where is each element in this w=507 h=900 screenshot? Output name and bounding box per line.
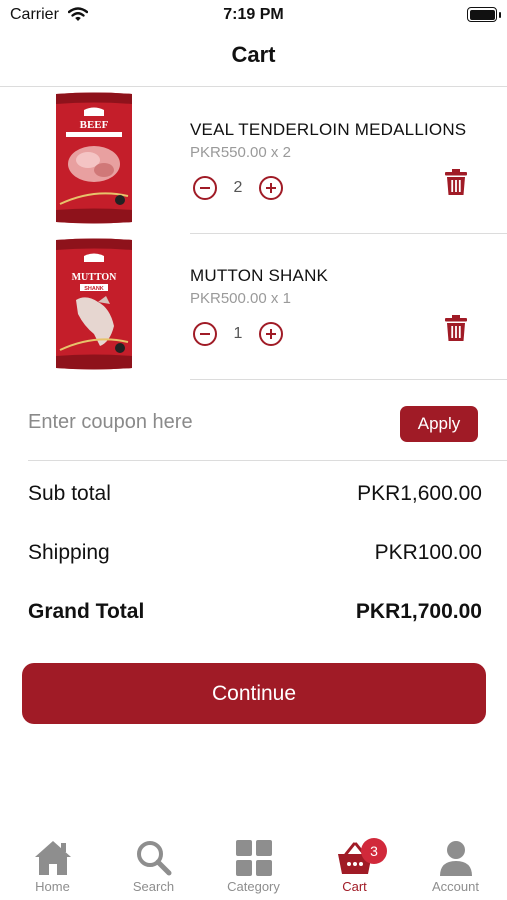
- grand-total-label: Grand Total: [28, 600, 145, 623]
- tab-label: Cart: [342, 879, 367, 894]
- tab-search[interactable]: Search: [103, 830, 204, 900]
- shipping-row: Shipping PKR100.00: [28, 541, 482, 565]
- clock: 7:19 PM: [223, 6, 284, 23]
- item-name: MUTTON SHANK: [190, 266, 329, 285]
- subtotal-row: Sub total PKR1,600.00: [28, 482, 482, 506]
- item-price: PKR500.00 x 1: [190, 290, 291, 307]
- decrease-quantity-button[interactable]: [193, 176, 217, 200]
- product-image-mutton[interactable]: MUTTON SHANK: [54, 238, 134, 370]
- svg-text:BEEF: BEEF: [80, 119, 109, 131]
- tab-label: Home: [35, 879, 70, 894]
- tab-label: Search: [132, 879, 175, 894]
- item-name: VEAL TENDERLOIN MEDALLIONS: [190, 120, 467, 139]
- svg-text:SHANK: SHANK: [84, 286, 104, 292]
- item-price: PKR550.00 x 2: [190, 144, 291, 161]
- quantity-stepper: 1: [193, 321, 283, 347]
- page-title: Cart: [231, 42, 276, 67]
- cart-item: MUTTON SHANK MUTTON SHANK PKR500.00 x 1 …: [0, 234, 507, 380]
- tab-home[interactable]: Home: [2, 830, 103, 900]
- person-icon: [439, 841, 472, 876]
- grand-total-value: PKR1,700.00: [355, 600, 482, 623]
- status-bar: Carrier 7:19 PM: [0, 0, 507, 30]
- svg-text:MUTTON: MUTTON: [72, 272, 118, 283]
- apply-coupon-button[interactable]: Apply: [400, 406, 478, 442]
- decrease-quantity-button[interactable]: [193, 322, 217, 346]
- tab-bar: Home Search Category Cart Account: [0, 830, 507, 900]
- item-divider: [190, 379, 507, 380]
- quantity-stepper: 2: [193, 175, 283, 201]
- trash-icon[interactable]: [444, 314, 468, 342]
- tab-cart[interactable]: Cart: [304, 830, 405, 900]
- cart-item: BEEF VEAL TENDERLOIN MEDALLIONS PKR550.0…: [0, 88, 507, 234]
- coupon-divider: [28, 460, 507, 461]
- product-image-beef[interactable]: BEEF: [54, 92, 134, 224]
- increase-quantity-button[interactable]: [259, 322, 283, 346]
- shipping-label: Shipping: [28, 541, 110, 564]
- battery-cap: [499, 12, 501, 18]
- cart-badge: 3: [361, 838, 387, 864]
- coupon-input[interactable]: [28, 405, 368, 439]
- quantity-value: 1: [233, 325, 243, 342]
- home-icon: [34, 841, 71, 875]
- shipping-value: PKR100.00: [374, 541, 482, 564]
- nav-divider: [0, 86, 507, 87]
- subtotal-label: Sub total: [28, 482, 111, 505]
- grand-total-row: Grand Total PKR1,700.00: [28, 600, 482, 624]
- increase-quantity-button[interactable]: [259, 176, 283, 200]
- grid-icon: [235, 840, 272, 876]
- continue-button[interactable]: Continue: [22, 663, 486, 724]
- tab-account[interactable]: Account: [405, 830, 506, 900]
- quantity-value: 2: [233, 179, 243, 196]
- tab-label: Category: [227, 879, 280, 894]
- trash-icon[interactable]: [444, 168, 468, 196]
- battery-icon: [467, 7, 497, 22]
- subtotal-value: PKR1,600.00: [357, 482, 482, 505]
- search-icon: [136, 841, 171, 876]
- tab-label: Account: [432, 879, 479, 894]
- tab-category[interactable]: Category: [203, 830, 304, 900]
